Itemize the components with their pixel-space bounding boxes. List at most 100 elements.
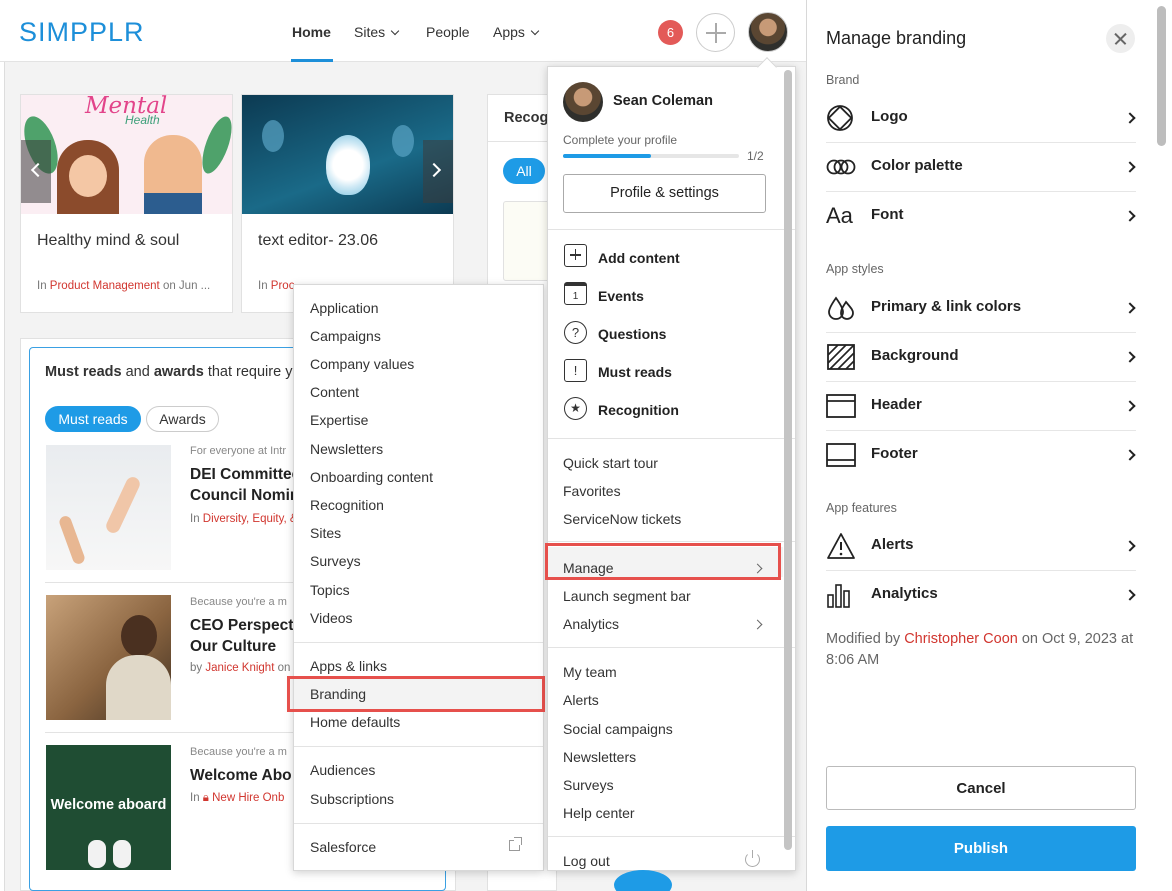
- recognition-filter-all[interactable]: All: [503, 158, 545, 184]
- submenu-surveys[interactable]: Surveys: [310, 553, 361, 569]
- menu-alerts[interactable]: Alerts: [563, 692, 599, 708]
- title-line: Council Nomin: [190, 487, 300, 504]
- site-link[interactable]: New Hire Onb: [212, 792, 284, 804]
- power-icon: [745, 850, 760, 867]
- must-read-image[interactable]: [46, 445, 171, 570]
- row-label: Background: [871, 347, 959, 364]
- carousel-next-button[interactable]: [423, 140, 453, 203]
- menu-quick-start-tour[interactable]: Quick start tour: [563, 455, 658, 471]
- menu-social-campaigns[interactable]: Social campaigns: [563, 721, 673, 737]
- must-read-title[interactable]: CEO Perspectiv Our Culture: [190, 615, 306, 657]
- submenu-application[interactable]: Application: [310, 300, 379, 316]
- must-read-image[interactable]: Welcome aboard: [46, 745, 171, 870]
- menu-log-out[interactable]: Log out: [563, 853, 610, 869]
- card-title[interactable]: text editor- 23.06: [258, 232, 378, 250]
- user-avatar-button[interactable]: [748, 12, 788, 52]
- app-logo[interactable]: SIMPPLR: [19, 17, 145, 48]
- notifications-badge[interactable]: 6: [658, 20, 683, 45]
- row-alerts[interactable]: Alerts: [826, 522, 1136, 571]
- submenu-audiences[interactable]: Audiences: [310, 762, 375, 778]
- heading-awards: awards: [153, 364, 204, 380]
- submenu-apps-links[interactable]: Apps & links: [310, 658, 387, 674]
- menu-analytics[interactable]: Analytics: [563, 616, 619, 632]
- tab-awards[interactable]: Awards: [146, 406, 219, 432]
- carousel-prev-button[interactable]: [21, 140, 51, 203]
- menu-my-team[interactable]: My team: [563, 664, 617, 680]
- card-meta: In Product Management on Jun ...: [37, 280, 210, 292]
- illustration-face: [69, 155, 107, 197]
- footer-layout-icon: [826, 443, 856, 467]
- row-background[interactable]: Background: [826, 333, 1136, 382]
- header-layout-icon: [826, 394, 856, 418]
- publish-button[interactable]: Publish: [826, 826, 1136, 871]
- illustration-hand: [57, 514, 87, 566]
- carousel-card[interactable]: text editor- 23.06 In Proc: [241, 94, 454, 313]
- must-read-context: Because you're a m: [190, 596, 287, 608]
- lock-icon: 🔒︎: [202, 792, 213, 804]
- droplets-icon: [828, 296, 854, 320]
- submenu-onboarding-content[interactable]: Onboarding content: [310, 469, 433, 485]
- menu-favorites[interactable]: Favorites: [563, 483, 621, 499]
- profile-settings-button[interactable]: Profile & settings: [563, 174, 766, 213]
- author-link[interactable]: Janice Knight: [205, 662, 274, 674]
- submenu-sites[interactable]: Sites: [310, 525, 341, 541]
- complete-profile-label: Complete your profile: [563, 133, 678, 147]
- menu-help-center[interactable]: Help center: [563, 805, 635, 821]
- chevron-right-icon: [1124, 589, 1136, 601]
- cancel-button[interactable]: Cancel: [826, 766, 1136, 810]
- menu-add-content[interactable]: Add content: [598, 250, 680, 266]
- menu-surveys[interactable]: Surveys: [563, 777, 614, 793]
- submenu-topics[interactable]: Topics: [310, 582, 350, 598]
- profile-name[interactable]: Sean Coleman: [613, 93, 713, 109]
- menu-must-reads[interactable]: Must reads: [598, 364, 672, 380]
- submenu-subscriptions[interactable]: Subscriptions: [310, 791, 394, 807]
- submenu-content[interactable]: Content: [310, 384, 359, 400]
- must-reads-heading: Must reads and awards that require y: [45, 364, 292, 380]
- heading-rest: that require y: [203, 364, 293, 380]
- must-read-title[interactable]: DEI Committee Council Nomin: [190, 464, 300, 506]
- menu-servicenow-tickets[interactable]: ServiceNow tickets: [563, 511, 681, 527]
- site-link[interactable]: Diversity, Equity, &: [203, 513, 298, 525]
- row-header[interactable]: Header: [826, 382, 1136, 431]
- divider: [294, 746, 543, 747]
- row-primary-link-colors[interactable]: Primary & link colors: [826, 284, 1136, 333]
- close-button[interactable]: [1106, 24, 1135, 53]
- nav-apps[interactable]: Apps: [493, 24, 540, 40]
- must-read-title[interactable]: Welcome Abo: [190, 765, 292, 786]
- submenu-campaigns[interactable]: Campaigns: [310, 328, 381, 344]
- menu-newsletters[interactable]: Newsletters: [563, 749, 636, 765]
- row-analytics[interactable]: Analytics: [826, 571, 1136, 620]
- submenu-home-defaults[interactable]: Home defaults: [310, 714, 400, 730]
- recognition-ribbon-icon: ★: [564, 397, 587, 420]
- menu-recognition[interactable]: Recognition: [598, 402, 679, 418]
- menu-scrollbar[interactable]: [784, 70, 792, 850]
- illustration-shoe: [113, 840, 131, 868]
- meta-prefix: by: [190, 662, 206, 674]
- submenu-expertise[interactable]: Expertise: [310, 412, 368, 428]
- nav-home[interactable]: Home: [292, 24, 331, 40]
- submenu-newsletters[interactable]: Newsletters: [310, 441, 383, 457]
- profile-progress-track: [563, 154, 739, 158]
- card-title[interactable]: Healthy mind & soul: [37, 232, 179, 250]
- tab-must-reads[interactable]: Must reads: [45, 406, 141, 432]
- submenu-salesforce[interactable]: Salesforce: [310, 839, 376, 855]
- row-footer[interactable]: Footer: [826, 431, 1136, 480]
- site-link[interactable]: Product Management: [50, 280, 160, 292]
- menu-questions[interactable]: Questions: [598, 326, 666, 342]
- carousel-card[interactable]: Mental Health Healthy mind & soul In Pro…: [20, 94, 233, 313]
- nav-people[interactable]: People: [426, 24, 470, 40]
- row-font[interactable]: Aa Font: [826, 192, 1136, 241]
- submenu-recognition[interactable]: Recognition: [310, 497, 384, 513]
- must-read-image[interactable]: [46, 595, 171, 720]
- row-color-palette[interactable]: Color palette: [826, 143, 1136, 192]
- submenu-company-values[interactable]: Company values: [310, 356, 414, 372]
- panel-scrollbar[interactable]: [1157, 6, 1166, 146]
- menu-events[interactable]: Events: [598, 288, 644, 304]
- modified-by-link[interactable]: Christopher Coon: [904, 631, 1018, 647]
- menu-launch-segment-bar[interactable]: Launch segment bar: [563, 588, 691, 604]
- create-plus-button[interactable]: [696, 13, 735, 52]
- nav-sites[interactable]: Sites: [354, 24, 400, 40]
- row-logo[interactable]: Logo: [826, 94, 1136, 143]
- submenu-videos[interactable]: Videos: [310, 610, 353, 626]
- site-link[interactable]: Proc: [271, 280, 295, 292]
